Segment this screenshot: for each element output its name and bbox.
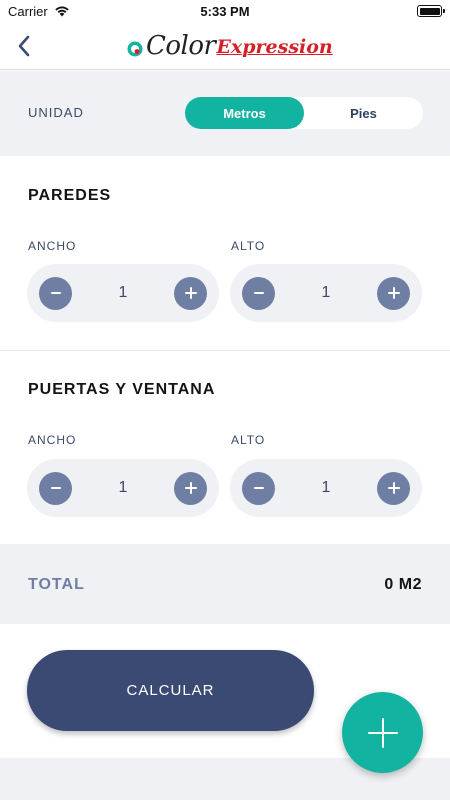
- walls-width-stepper: 1: [27, 264, 219, 322]
- doors-width-decrement-button[interactable]: [39, 471, 72, 505]
- walls-title: PAREDES: [28, 187, 112, 204]
- plus-icon: [387, 287, 400, 299]
- unit-option-pies[interactable]: Pies: [304, 97, 423, 129]
- status-bar: Carrier 5:33 PM: [0, 0, 450, 22]
- walls-height-value[interactable]: 1: [275, 284, 377, 302]
- doors-height-increment-button[interactable]: [377, 471, 410, 505]
- unit-segmented-control: Metros Pies: [185, 97, 423, 129]
- minus-icon: [50, 292, 61, 294]
- logo-word-color: Color: [146, 31, 216, 61]
- walls-height-stepper: 1: [230, 264, 422, 322]
- brand-logo: Color Expression: [126, 28, 333, 64]
- walls-height-increment-button[interactable]: [377, 276, 410, 310]
- total-section: TOTAL 0 M2: [0, 544, 450, 624]
- section-divider: [0, 350, 450, 351]
- unit-label: UNIDAD: [28, 105, 84, 120]
- walls-height-label: ALTO: [231, 239, 266, 253]
- plus-icon: [184, 287, 197, 299]
- chevron-left-icon: [18, 35, 30, 57]
- battery-icon: [417, 5, 445, 17]
- total-value: 0 M2: [384, 576, 422, 593]
- doors-height-label: ALTO: [231, 433, 266, 447]
- doors-width-value[interactable]: 1: [72, 479, 174, 497]
- walls-width-increment-button[interactable]: [174, 276, 207, 310]
- doors-windows-title: PUERTAS Y VENTANA: [28, 381, 216, 398]
- doors-width-stepper: 1: [27, 459, 219, 517]
- doors-height-value[interactable]: 1: [275, 479, 377, 497]
- walls-width-decrement-button[interactable]: [39, 276, 72, 310]
- minus-icon: [50, 487, 61, 489]
- total-label: TOTAL: [28, 576, 85, 593]
- minus-icon: [253, 292, 264, 294]
- add-fab-button[interactable]: [342, 692, 423, 773]
- doors-width-label: ANCHO: [28, 433, 77, 447]
- nav-bar: Color Expression: [0, 22, 450, 70]
- doors-width-increment-button[interactable]: [174, 471, 207, 505]
- plus-icon: [387, 482, 400, 494]
- walls-height-decrement-button[interactable]: [242, 276, 275, 310]
- doors-height-stepper: 1: [230, 459, 422, 517]
- doors-height-decrement-button[interactable]: [242, 471, 275, 505]
- logo-mark-icon: [126, 40, 144, 58]
- logo-word-expression: Expression: [216, 36, 333, 58]
- back-button[interactable]: [6, 28, 42, 64]
- minus-icon: [253, 487, 264, 489]
- unit-section: UNIDAD Metros Pies: [0, 71, 450, 156]
- unit-option-metros[interactable]: Metros: [185, 97, 304, 129]
- plus-icon: [367, 717, 398, 748]
- walls-width-label: ANCHO: [28, 239, 77, 253]
- status-time: 5:33 PM: [200, 3, 250, 19]
- calculate-button[interactable]: CALCULAR: [27, 650, 314, 731]
- walls-width-value[interactable]: 1: [72, 284, 174, 302]
- plus-icon: [184, 482, 197, 494]
